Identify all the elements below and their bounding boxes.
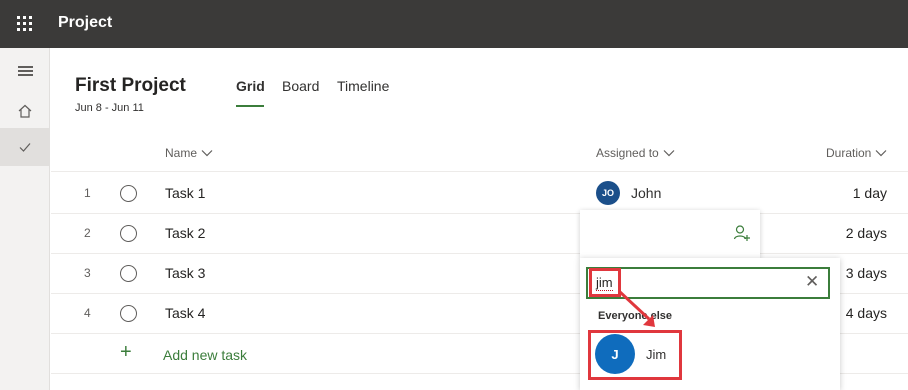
task-duration[interactable]: 3 days bbox=[846, 265, 887, 281]
section-label: Everyone else bbox=[598, 310, 672, 322]
plus-icon[interactable]: + bbox=[120, 342, 132, 362]
table-row[interactable]: 2 Task 2 2 days bbox=[51, 213, 908, 253]
add-new-task-button[interactable]: Add new task bbox=[163, 347, 247, 363]
chevron-down-icon bbox=[201, 150, 213, 157]
row-number: 3 bbox=[84, 266, 91, 280]
task-name[interactable]: Task 3 bbox=[165, 265, 205, 281]
hamburger-icon[interactable] bbox=[0, 52, 50, 90]
top-bar: Project bbox=[0, 0, 908, 48]
chevron-down-icon bbox=[663, 150, 675, 157]
left-rail bbox=[0, 48, 50, 390]
search-input[interactable] bbox=[586, 267, 830, 299]
tab-timeline[interactable]: Timeline bbox=[337, 78, 389, 94]
check-icon[interactable] bbox=[0, 128, 50, 166]
complete-task-checkbox[interactable] bbox=[120, 185, 137, 202]
tab-board[interactable]: Board bbox=[282, 78, 319, 94]
row-number: 4 bbox=[84, 306, 91, 320]
annotation-highlight-result bbox=[588, 330, 682, 380]
add-person-icon[interactable] bbox=[733, 224, 751, 242]
annotation-highlight-search bbox=[589, 268, 621, 297]
task-duration[interactable]: 2 days bbox=[846, 225, 887, 241]
complete-task-checkbox[interactable] bbox=[120, 305, 137, 322]
plan-dates: Jun 8 - Jun 11 bbox=[75, 102, 144, 114]
task-duration[interactable]: 1 day bbox=[853, 185, 887, 201]
column-header-duration[interactable]: Duration bbox=[826, 146, 887, 160]
complete-task-checkbox[interactable] bbox=[120, 265, 137, 282]
row-number: 1 bbox=[84, 186, 91, 200]
column-header-duration-label: Duration bbox=[826, 146, 872, 160]
column-header-assigned[interactable]: Assigned to bbox=[596, 146, 675, 160]
waffle-icon[interactable] bbox=[17, 16, 33, 32]
close-icon[interactable]: ✕ bbox=[805, 273, 819, 290]
table-row[interactable]: 1 Task 1 1 day bbox=[51, 173, 908, 213]
active-tab-indicator bbox=[236, 105, 264, 107]
home-icon[interactable] bbox=[0, 92, 50, 130]
app-title[interactable]: Project bbox=[58, 14, 112, 32]
column-header-name-label: Name bbox=[165, 146, 198, 160]
grid-divider bbox=[51, 171, 908, 172]
row-number: 2 bbox=[84, 226, 91, 240]
task-duration[interactable]: 4 days bbox=[846, 305, 887, 321]
task-name[interactable]: Task 1 bbox=[165, 185, 205, 201]
column-header-assigned-label: Assigned to bbox=[596, 146, 659, 160]
tab-grid[interactable]: Grid bbox=[236, 78, 265, 94]
chevron-down-icon bbox=[875, 150, 887, 157]
plan-title: First Project bbox=[75, 75, 186, 96]
task-name[interactable]: Task 2 bbox=[165, 225, 205, 241]
assignee-name[interactable]: John bbox=[631, 185, 661, 201]
complete-task-checkbox[interactable] bbox=[120, 225, 137, 242]
column-header-name[interactable]: Name bbox=[165, 146, 213, 160]
task-name[interactable]: Task 4 bbox=[165, 305, 205, 321]
avatar[interactable]: JO bbox=[596, 181, 620, 205]
